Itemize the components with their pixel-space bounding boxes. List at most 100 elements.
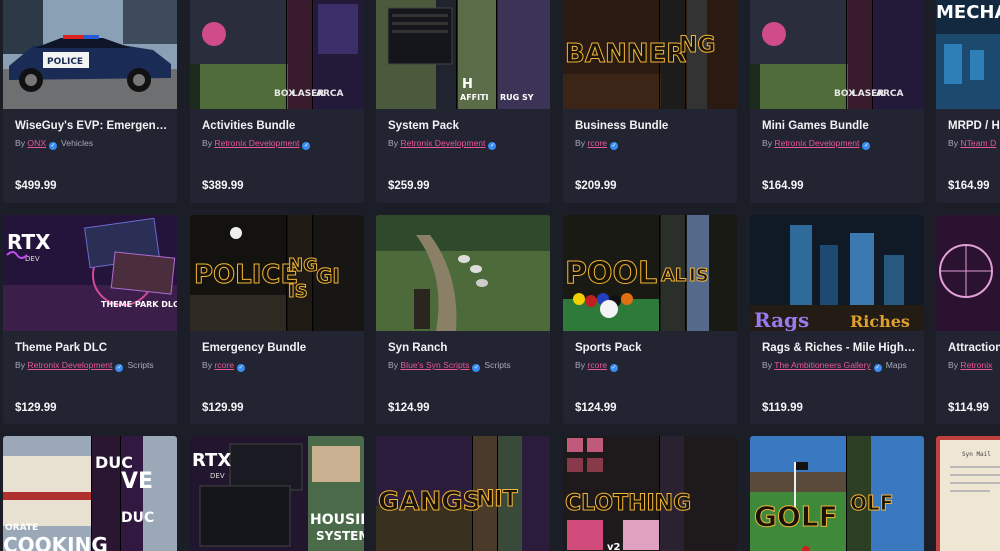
business-image: BANNER NG <box>563 0 737 109</box>
themepark-rtx-text: RTX <box>7 230 51 254</box>
product-thumbnail[interactable]: BOX LASER ARCA <box>750 0 924 109</box>
author-link[interactable]: Retronix Development <box>27 360 112 370</box>
product-title[interactable]: Business Bundle <box>575 120 729 132</box>
product-title[interactable]: WiseGuy's EVP: Emergency... <box>15 120 169 132</box>
author-link[interactable]: The Ambitioneers Gallery <box>774 360 870 370</box>
category-label: Vehicles <box>61 138 94 148</box>
product-card[interactable]: GANGS NIT <box>376 436 550 551</box>
product-thumbnail[interactable]: GOLF OLF <box>750 436 924 551</box>
product-card[interactable]: POLICE NG IS GI Emergency Bundle By rcor… <box>190 215 364 424</box>
cooking-text: COOKING <box>3 533 108 551</box>
product-card[interactable]: RTX DEV THEME PARK DLC Theme Park DLC By… <box>3 215 177 424</box>
cooking-ve-text: VE <box>121 469 153 494</box>
product-thumbnail[interactable]: Syn Mail <box>936 436 1000 551</box>
product-thumbnail[interactable]: BOX LASER ARCA <box>190 0 364 109</box>
product-title[interactable]: Emergency Bundle <box>202 342 356 354</box>
product-title[interactable]: Sports Pack <box>575 342 729 354</box>
product-thumbnail[interactable]: CLOTHING v2 <box>563 436 737 551</box>
product-card[interactable]: Rags Riches Rags & Riches - Mile High ..… <box>750 215 924 424</box>
product-card[interactable]: BOX LASER ARCA Activities Bundle By Retr… <box>190 0 364 203</box>
product-byline: By ONX ✓ Vehicles <box>15 138 94 150</box>
product-thumbnail[interactable]: ORATE COOKING DUC VE DUC <box>3 436 177 551</box>
product-byline: By Retronix <box>948 360 993 370</box>
police-car-label: POLICE <box>47 57 83 67</box>
author-link[interactable]: Retronix Development <box>774 138 859 148</box>
product-title[interactable]: Theme Park DLC <box>15 342 169 354</box>
product-byline: By Retronix Development ✓ <box>388 138 497 150</box>
author-link[interactable]: NTeam D <box>960 138 996 148</box>
housing-image: RTX DEV HOUSING SYSTEM <box>190 436 364 551</box>
product-card[interactable]: POLICE WiseGuy's EVP: Emergency... By ON… <box>3 0 177 203</box>
verified-icon: ✓ <box>115 364 124 372</box>
product-thumbnail[interactable] <box>936 215 1000 331</box>
product-thumbnail[interactable]: POOL AL IS <box>563 215 737 331</box>
product-grid: POLICE WiseGuy's EVP: Emergency... By ON… <box>0 0 1000 551</box>
cooking-orate-text: ORATE <box>5 523 38 533</box>
author-link[interactable]: rcore <box>587 360 607 370</box>
product-thumbnail[interactable]: RTX DEV THEME PARK DLC <box>3 215 177 331</box>
category-label: Maps <box>885 360 907 370</box>
system-h-text: H <box>462 77 473 92</box>
sports-al-text: AL <box>661 265 686 286</box>
gangs-text: GANGS <box>378 487 481 517</box>
system-image: H AFFITI RUG SY <box>376 0 550 109</box>
author-link[interactable]: Retronix Development <box>400 138 485 148</box>
verified-icon: ✓ <box>472 364 481 372</box>
product-byline: By rcore ✓ <box>575 138 619 150</box>
product-title[interactable]: Rags & Riches - Mile High ... <box>762 342 916 354</box>
product-thumbnail[interactable]: H AFFITI RUG SY <box>376 0 550 109</box>
product-thumbnail[interactable]: RTX DEV HOUSING SYSTEM <box>190 436 364 551</box>
product-card[interactable]: BOX LASER ARCA Mini Games Bundle By Retr… <box>750 0 924 203</box>
cooking-duc2-text: DUC <box>121 510 154 526</box>
product-price: $164.99 <box>948 180 990 192</box>
product-card[interactable]: Syn Mail <box>936 436 1000 551</box>
golf-olf-text: OLF <box>850 491 893 515</box>
mail-image: Syn Mail <box>936 436 1000 551</box>
product-title[interactable]: Activities Bundle <box>202 120 356 132</box>
product-thumbnail[interactable]: MECHA <box>936 0 1000 109</box>
product-card[interactable]: MECHA MRPD / H By NTeam D $164.99 <box>936 0 1000 203</box>
emergency-is-text: IS <box>288 281 308 302</box>
clothing-v2-text: v2 <box>607 542 621 551</box>
product-title[interactable]: MRPD / H <box>948 120 1000 132</box>
product-title[interactable]: Syn Ranch <box>388 342 542 354</box>
product-byline: By Retronix Development ✓ <box>202 138 311 150</box>
clothing-text: CLOTHING <box>565 491 691 516</box>
business-ng-text: NG <box>679 33 715 58</box>
product-price: $164.99 <box>762 180 804 192</box>
author-link[interactable]: rcore <box>214 360 234 370</box>
product-card[interactable]: ORATE COOKING DUC VE DUC <box>3 436 177 551</box>
product-thumbnail[interactable]: POLICE NG IS GI <box>190 215 364 331</box>
product-card[interactable]: RTX DEV HOUSING SYSTEM <box>190 436 364 551</box>
product-card[interactable]: Syn Ranch By Blue's Syn Scripts ✓ Scripts … <box>376 215 550 424</box>
product-card[interactable]: CLOTHING v2 <box>563 436 737 551</box>
product-byline: By Blue's Syn Scripts ✓ Scripts <box>388 360 511 372</box>
author-link[interactable]: Blue's Syn Scripts <box>400 360 469 370</box>
product-title[interactable]: Mini Games Bundle <box>762 120 916 132</box>
author-link[interactable]: Retronix <box>960 360 992 370</box>
product-card[interactable]: POOL AL IS Sports Pack By rcore ✓ $124.99 <box>563 215 737 424</box>
product-thumbnail[interactable]: Rags Riches <box>750 215 924 331</box>
author-link[interactable]: rcore <box>587 138 607 148</box>
product-thumbnail[interactable] <box>376 215 550 331</box>
author-link[interactable]: ONX <box>27 138 46 148</box>
author-link[interactable]: Retronix Development <box>214 138 299 148</box>
product-title[interactable]: Attraction <box>948 342 1000 354</box>
themepark-image: RTX DEV THEME PARK DLC <box>3 215 177 331</box>
mrpd-image: MECHA <box>936 0 1000 109</box>
housing-text: HOUSING <box>310 512 364 528</box>
product-thumbnail[interactable]: POLICE <box>3 0 177 109</box>
product-card[interactable]: GOLF OLF <box>750 436 924 551</box>
product-thumbnail[interactable]: GANGS NIT <box>376 436 550 551</box>
product-price: $119.99 <box>762 402 803 414</box>
product-thumbnail[interactable]: BANNER NG <box>563 0 737 109</box>
product-card[interactable]: BANNER NG Business Bundle By rcore ✓ $209… <box>563 0 737 203</box>
product-price: $129.99 <box>202 402 244 414</box>
housing-rtx-text: RTX <box>192 450 231 471</box>
product-title[interactable]: System Pack <box>388 120 542 132</box>
police-car-image: POLICE <box>3 0 177 109</box>
product-card[interactable]: Attraction By Retronix $114.99 <box>936 215 1000 424</box>
system-graffiti-text: AFFITI <box>460 93 489 102</box>
product-byline: By NTeam D <box>948 138 997 148</box>
product-card[interactable]: H AFFITI RUG SY System Pack By Retronix … <box>376 0 550 203</box>
